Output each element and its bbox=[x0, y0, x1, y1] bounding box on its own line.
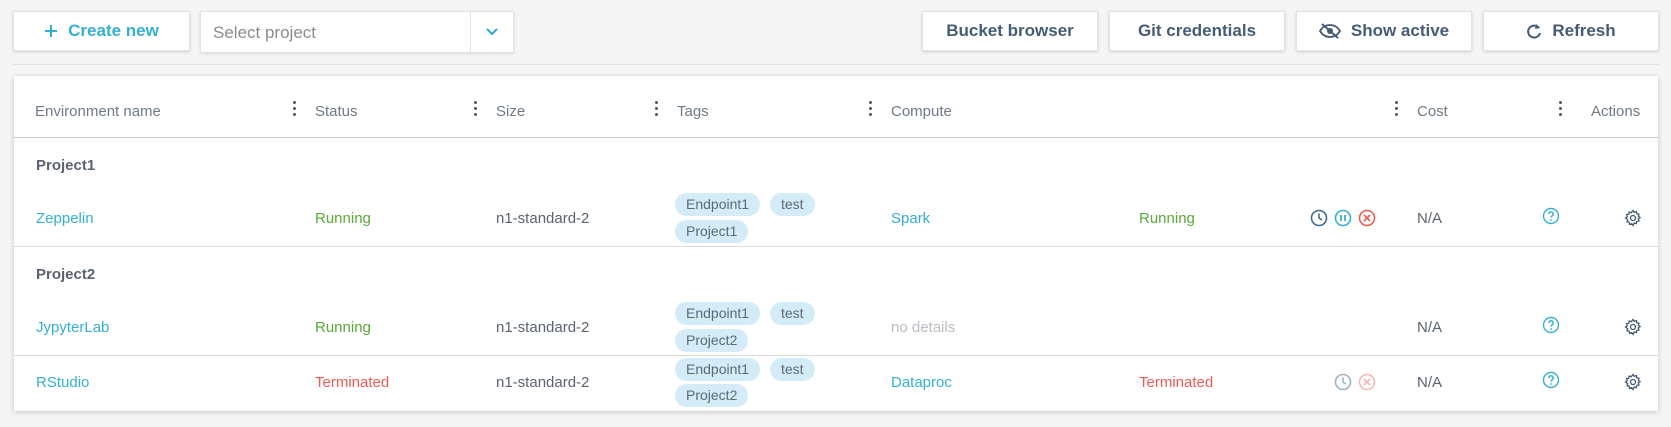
environment-name-link[interactable]: Zeppelin bbox=[36, 210, 94, 227]
refresh-label: Refresh bbox=[1552, 21, 1616, 40]
compute-text: no details bbox=[891, 319, 956, 336]
help-icon[interactable] bbox=[1542, 316, 1560, 334]
git-credentials-button[interactable]: Git credentials bbox=[1109, 11, 1285, 51]
git-credentials-label: Git credentials bbox=[1137, 21, 1257, 40]
header-size[interactable]: Size bbox=[496, 103, 525, 120]
refresh-icon bbox=[1527, 24, 1542, 39]
bucket-browser-button[interactable]: Bucket browser bbox=[922, 11, 1098, 51]
environment-name-link[interactable]: RStudio bbox=[36, 374, 89, 391]
tag-chip: test bbox=[770, 358, 815, 381]
header-status[interactable]: Status bbox=[315, 103, 358, 120]
environments-table: Environment name Status Size Tags Comput… bbox=[14, 76, 1658, 411]
chevron-down-icon[interactable] bbox=[470, 12, 513, 52]
group-label: Project1 bbox=[36, 157, 96, 174]
tag-chip: Endpoint1 bbox=[675, 358, 761, 381]
column-menu-icon[interactable] bbox=[474, 101, 478, 117]
cost-text: N/A bbox=[1417, 374, 1443, 391]
group-label: Project2 bbox=[36, 266, 96, 283]
header-divider bbox=[14, 137, 1658, 138]
column-menu-icon[interactable] bbox=[293, 101, 297, 117]
column-menu-icon[interactable] bbox=[1559, 101, 1563, 117]
tag-chip: Endpoint1 bbox=[675, 302, 761, 325]
cost-text: N/A bbox=[1417, 210, 1443, 227]
help-icon[interactable] bbox=[1542, 207, 1560, 225]
header-environment-name[interactable]: Environment name bbox=[35, 103, 161, 120]
cost-text: N/A bbox=[1417, 319, 1443, 336]
create-new-button[interactable]: Create new bbox=[13, 11, 190, 51]
tag-chip: Project2 bbox=[675, 384, 749, 407]
tag-chip: Project1 bbox=[675, 220, 749, 243]
compute-link[interactable]: Dataproc bbox=[891, 374, 952, 391]
help-icon[interactable] bbox=[1542, 371, 1560, 389]
show-active-label: Show active bbox=[1350, 21, 1450, 40]
bucket-browser-label: Bucket browser bbox=[946, 21, 1074, 40]
tag-chip: test bbox=[770, 193, 815, 216]
status-text: Terminated bbox=[315, 374, 390, 391]
size-text: n1-standard-2 bbox=[496, 374, 590, 391]
toolbar-divider bbox=[13, 64, 1659, 65]
status-text: Running bbox=[315, 210, 371, 227]
plus-icon bbox=[45, 25, 58, 37]
header-actions: Actions bbox=[1591, 103, 1641, 120]
gear-icon[interactable] bbox=[1624, 318, 1642, 336]
pause-icon[interactable] bbox=[1334, 209, 1352, 227]
column-menu-icon[interactable] bbox=[1395, 101, 1399, 117]
compute-link[interactable]: Spark bbox=[891, 210, 930, 227]
environment-name-link[interactable]: JypyterLab bbox=[36, 319, 109, 336]
gear-icon[interactable] bbox=[1624, 373, 1642, 391]
tag-chip: Endpoint1 bbox=[675, 193, 761, 216]
header-tags[interactable]: Tags bbox=[677, 103, 709, 120]
show-active-button[interactable]: Show active bbox=[1296, 11, 1472, 51]
column-menu-icon[interactable] bbox=[655, 101, 659, 117]
compute-status-text: Running bbox=[1139, 210, 1195, 227]
clock-icon[interactable] bbox=[1310, 209, 1328, 227]
project-select-placeholder: Select project bbox=[213, 23, 316, 42]
row-divider bbox=[14, 355, 1658, 356]
status-text: Running bbox=[315, 319, 371, 336]
create-new-label: Create new bbox=[68, 21, 159, 40]
size-text: n1-standard-2 bbox=[496, 210, 590, 227]
project-select[interactable]: Select project bbox=[200, 11, 514, 53]
refresh-button[interactable]: Refresh bbox=[1483, 11, 1659, 51]
eye-slash-icon bbox=[1318, 23, 1341, 39]
group-divider bbox=[14, 246, 1658, 247]
header-compute[interactable]: Compute bbox=[891, 103, 952, 120]
size-text: n1-standard-2 bbox=[496, 319, 590, 336]
header-cost[interactable]: Cost bbox=[1417, 103, 1448, 120]
clock-icon[interactable] bbox=[1334, 373, 1352, 391]
tag-chip: Project2 bbox=[675, 329, 749, 352]
compute-status-text: Terminated bbox=[1139, 374, 1214, 391]
gear-icon[interactable] bbox=[1624, 209, 1642, 227]
column-menu-icon[interactable] bbox=[869, 101, 873, 117]
terminate-icon bbox=[1358, 373, 1376, 391]
tag-chip: test bbox=[770, 302, 815, 325]
terminate-icon[interactable] bbox=[1358, 209, 1376, 227]
